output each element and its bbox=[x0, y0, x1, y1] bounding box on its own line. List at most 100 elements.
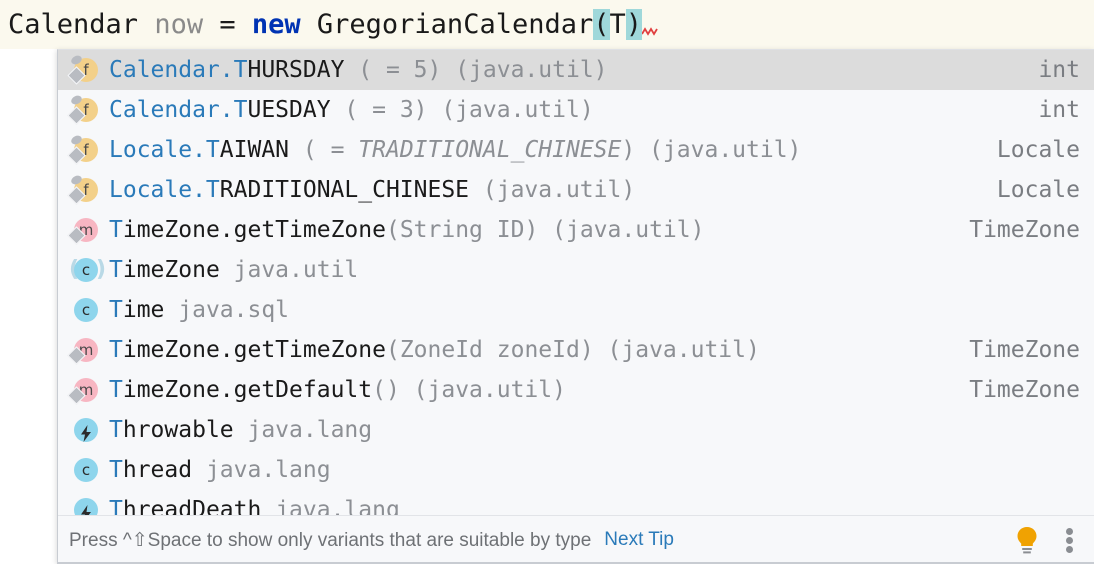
completion-item-label: TimeZone.getDefault() (java.util) bbox=[109, 377, 955, 403]
completion-item[interactable]: f Calendar.THURSDAY ( = 5) (java.util) int bbox=[58, 50, 1094, 90]
completion-item-type: Locale bbox=[996, 137, 1080, 163]
completion-item-name: UESDAY bbox=[247, 97, 331, 123]
completion-item-list[interactable]: f Calendar.THURSDAY ( = 5) (java.util) int… bbox=[58, 50, 1094, 515]
completion-match-prefix: T bbox=[109, 497, 123, 515]
completion-match-prefix: Calendar.T bbox=[109, 97, 248, 123]
completion-status-bar: Press ^⇧Space to show only variants that… bbox=[58, 515, 1094, 564]
completion-item-type: Locale bbox=[996, 177, 1080, 203]
completion-match-prefix: Locale.T bbox=[109, 137, 220, 163]
field-static-icon: f bbox=[67, 174, 100, 205]
completion-item-tail: ( = 5) (java.util) bbox=[344, 57, 608, 83]
kebab-dot bbox=[1066, 537, 1073, 544]
completion-match-prefix: Locale.T bbox=[109, 177, 220, 203]
completion-item[interactable]: Throwable java.lang bbox=[58, 410, 1094, 450]
completion-item-name: hreadDeath bbox=[122, 497, 262, 515]
completion-item[interactable]: f Locale.TAIWAN ( = TRADITIONAL_CHINESE) … bbox=[58, 130, 1094, 170]
completion-match-prefix: T bbox=[109, 377, 123, 403]
method-static-icon: m bbox=[67, 375, 100, 405]
completion-item-name: ime bbox=[122, 297, 165, 323]
completion-match-prefix: Calendar.T bbox=[109, 57, 248, 83]
completion-item-label: TimeZone.getTimeZone(String ID) (java.ut… bbox=[109, 217, 955, 243]
completion-item-label: Calendar.TUESDAY ( = 3) (java.util) bbox=[109, 97, 1024, 123]
completion-item[interactable]: f Calendar.TUESDAY ( = 3) (java.util) int bbox=[58, 90, 1094, 130]
completion-item-name: HURSDAY bbox=[247, 57, 345, 83]
completion-match-prefix: T bbox=[109, 257, 123, 283]
lightbulb-icon[interactable] bbox=[1014, 526, 1040, 554]
completion-item[interactable]: c Thread java.lang bbox=[58, 450, 1094, 490]
completion-item-tail: java.lang bbox=[233, 417, 373, 443]
field-static-icon: f bbox=[67, 94, 100, 125]
exception-class-icon bbox=[70, 495, 100, 515]
code-token-highlight: ( bbox=[593, 9, 610, 40]
completion-item-name: imeZone.getTimeZone bbox=[122, 217, 386, 243]
exception-class-icon bbox=[70, 415, 100, 445]
completion-item-tail-italic: TRADITIONAL_CHINESE bbox=[358, 137, 622, 163]
completion-item[interactable]: m TimeZone.getDefault() (java.util) TimeZo… bbox=[58, 370, 1094, 410]
code-token-plain: Calendar bbox=[8, 9, 155, 40]
completion-item[interactable]: f Locale.TRADITIONAL_CHINESE (java.util) L… bbox=[58, 170, 1094, 210]
completion-match-prefix: T bbox=[109, 297, 123, 323]
completion-item-tail: () (java.util) bbox=[372, 377, 566, 403]
completion-item-tail: java.sql bbox=[164, 297, 290, 323]
completion-item-name: AIWAN bbox=[219, 137, 290, 163]
completion-item-name: imeZone.getTimeZone bbox=[122, 337, 386, 363]
completion-item-type: int bbox=[1038, 97, 1080, 123]
completion-item-name: RADITIONAL_CHINESE bbox=[219, 177, 470, 203]
completion-item-name: imeZone.getDefault bbox=[122, 377, 373, 403]
completion-match-prefix: T bbox=[109, 337, 123, 363]
kebab-menu-icon[interactable] bbox=[1066, 527, 1074, 553]
class-icon: c bbox=[70, 455, 100, 485]
field-static-icon: f bbox=[67, 134, 100, 165]
completion-item-tail: ( = 3) (java.util) bbox=[330, 97, 594, 123]
completion-item-name: hrowable bbox=[122, 417, 234, 443]
code-completion-popup[interactable]: f Calendar.THURSDAY ( = 5) (java.util) int… bbox=[57, 49, 1094, 564]
completion-item-name: hread bbox=[122, 457, 193, 483]
completion-item-label: Thread java.lang bbox=[109, 457, 1066, 483]
code-token-keyword: new bbox=[251, 9, 317, 40]
completion-item-tail: ( = bbox=[289, 137, 359, 163]
code-token-highlight: ) bbox=[625, 9, 643, 40]
completion-match-prefix: T bbox=[109, 217, 123, 243]
completion-item-label: Locale.TRADITIONAL_CHINESE (java.util) bbox=[109, 177, 983, 203]
completion-item-tail: (java.util) bbox=[469, 177, 636, 203]
completion-hint-text: Press ^⇧Space to show only variants that… bbox=[69, 529, 592, 551]
abstract-class-icon: (c) bbox=[69, 255, 106, 285]
class-icon: c bbox=[70, 295, 100, 325]
completion-item-tail-after: ) (java.util) bbox=[621, 137, 802, 163]
method-static-icon: m bbox=[67, 215, 100, 245]
code-token-plain: = bbox=[219, 9, 252, 40]
completion-item-label: Throwable java.lang bbox=[109, 417, 1066, 443]
editor-code-line[interactable]: Calendar now = new GregorianCalendar(T) bbox=[0, 0, 1094, 49]
completion-item[interactable]: m TimeZone.getTimeZone(ZoneId zoneId) (ja… bbox=[58, 330, 1094, 370]
completion-match-prefix: T bbox=[109, 417, 123, 443]
completion-item[interactable]: c Time java.sql bbox=[58, 290, 1094, 330]
code-token-plain: GregorianCalendar bbox=[316, 9, 594, 40]
completion-item-tail: (ZoneId zoneId) (java.util) bbox=[385, 337, 760, 363]
kebab-dot bbox=[1066, 528, 1073, 535]
method-static-icon: m bbox=[67, 335, 100, 365]
completion-item-label: TimeZone.getTimeZone(ZoneId zoneId) (jav… bbox=[109, 337, 955, 363]
completion-item-tail: java.lang bbox=[261, 497, 400, 515]
completion-item-tail: java.util bbox=[219, 257, 359, 283]
next-tip-link[interactable]: Next Tip bbox=[604, 529, 674, 551]
error-squiggle-icon bbox=[642, 11, 658, 38]
completion-item[interactable]: m TimeZone.getTimeZone(String ID) (java.u… bbox=[58, 210, 1094, 250]
completion-item-type: TimeZone bbox=[969, 377, 1080, 403]
completion-item-type: TimeZone bbox=[969, 337, 1080, 363]
completion-item-label: Time java.sql bbox=[109, 297, 1066, 323]
completion-match-prefix: T bbox=[109, 457, 123, 483]
completion-item-type: TimeZone bbox=[969, 217, 1080, 243]
completion-item-tail: (String ID) (java.util) bbox=[385, 217, 705, 243]
completion-item-label: Calendar.THURSDAY ( = 5) (java.util) bbox=[109, 57, 1024, 83]
completion-item-label: TimeZone java.util bbox=[109, 257, 1066, 283]
editor-code-tokens: Calendar now = new GregorianCalendar(T) bbox=[8, 9, 643, 40]
completion-item-name: imeZone bbox=[122, 257, 220, 283]
kebab-dot bbox=[1066, 546, 1073, 553]
completion-item-tail: java.lang bbox=[192, 457, 331, 483]
completion-item-type: int bbox=[1038, 57, 1080, 83]
field-static-icon: f bbox=[67, 54, 100, 85]
completion-item[interactable]: (c)TimeZone java.util bbox=[58, 250, 1094, 290]
completion-item-label: ThreadDeath java.lang bbox=[109, 497, 1066, 515]
completion-item[interactable]: ThreadDeath java.lang bbox=[58, 490, 1094, 515]
code-token-var: now bbox=[154, 9, 220, 40]
